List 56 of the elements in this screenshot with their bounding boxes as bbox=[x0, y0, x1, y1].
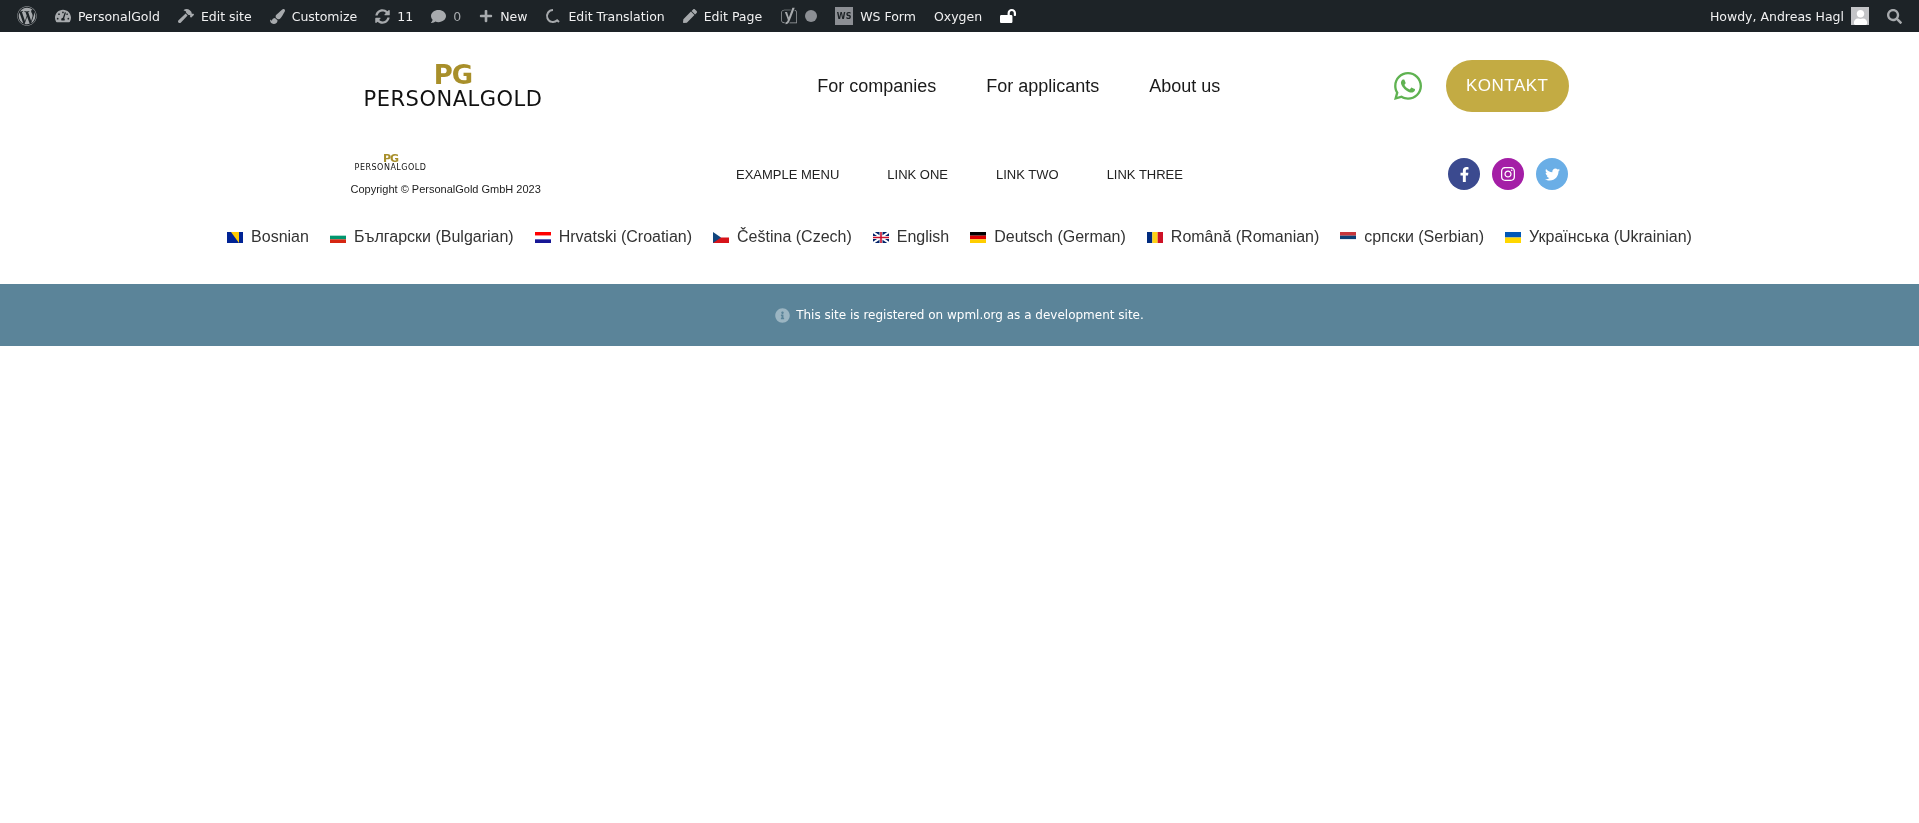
nav-link[interactable]: About us bbox=[1149, 75, 1221, 97]
admin-bar-link[interactable]: WS WS Form bbox=[826, 0, 925, 32]
refresh-icon bbox=[375, 8, 391, 24]
admin-bar-link[interactable]: New bbox=[470, 0, 537, 32]
language-link[interactable]: Bosnian bbox=[227, 228, 309, 246]
flag-icon bbox=[1505, 231, 1522, 243]
pencil-icon bbox=[682, 9, 697, 23]
nav-link[interactable]: For applicants bbox=[986, 75, 1100, 97]
plus-icon bbox=[479, 9, 494, 23]
admin-bar-link[interactable]: 0 bbox=[422, 0, 471, 32]
footer-link[interactable]: LINK TWO bbox=[996, 166, 1059, 182]
status-dot-icon bbox=[805, 10, 818, 22]
footer-link[interactable]: LINK THREE bbox=[1106, 166, 1183, 182]
brush-icon bbox=[269, 8, 285, 24]
logo[interactable]: PG PERSONALGOLD bbox=[350, 153, 431, 173]
gauge-icon bbox=[55, 8, 71, 24]
logo[interactable]: PG PERSONALGOLD bbox=[350, 61, 556, 110]
flag-icon bbox=[534, 231, 551, 243]
admin-bar-link[interactable]: Edit site bbox=[168, 0, 261, 32]
flag-icon bbox=[227, 231, 244, 243]
notice-text: This site is registered on wpml.org as a development site. bbox=[796, 308, 1144, 322]
footer-link[interactable]: LINK ONE bbox=[887, 166, 948, 182]
language-link[interactable]: Українська (Ukrainian) bbox=[1505, 228, 1692, 246]
admin-bar-link[interactable]: Oxygen bbox=[924, 0, 992, 32]
language-link[interactable]: Čeština (Czech) bbox=[713, 228, 852, 246]
language-link[interactable]: Deutsch (German) bbox=[970, 228, 1126, 246]
language-link[interactable]: Hrvatski (Croatian) bbox=[534, 228, 693, 246]
language-link[interactable]: English bbox=[872, 228, 950, 246]
admin-bar-link[interactable]: 11 bbox=[366, 0, 423, 32]
account-menu[interactable]: Howdy, Andreas Hagl bbox=[1700, 0, 1878, 32]
wordpress-icon bbox=[17, 6, 37, 26]
flag-icon bbox=[713, 231, 730, 243]
comment-icon bbox=[431, 8, 447, 24]
flag-icon bbox=[1146, 231, 1163, 243]
flag-icon bbox=[872, 231, 889, 243]
info-icon bbox=[775, 307, 791, 323]
flag-icon bbox=[1340, 231, 1357, 243]
facebook-icon[interactable] bbox=[1448, 158, 1481, 190]
whatsapp-icon[interactable] bbox=[1391, 70, 1424, 102]
admin-bar-link[interactable]: PersonalGold bbox=[46, 0, 169, 32]
avatar-icon bbox=[1851, 7, 1869, 25]
copyright-text: Copyright © PersonalGold GmbH 2023 bbox=[350, 182, 541, 195]
nav-link[interactable]: For companies bbox=[817, 75, 937, 97]
instagram-icon[interactable] bbox=[1492, 158, 1525, 190]
language-link[interactable]: Български (Bulgarian) bbox=[329, 228, 514, 246]
footer-link[interactable]: EXAMPLE MENU bbox=[736, 166, 840, 182]
lock-icon bbox=[1000, 8, 1017, 24]
language-link[interactable]: српски (Serbian) bbox=[1340, 228, 1485, 246]
admin-bar-link[interactable]: Edit Page bbox=[673, 0, 772, 32]
language-link[interactable]: Română (Romanian) bbox=[1146, 228, 1320, 246]
ws-form-icon: WS bbox=[835, 7, 854, 25]
search-icon bbox=[1887, 8, 1902, 24]
admin-bar-link[interactable]: Edit Translation bbox=[536, 0, 674, 32]
hammer-icon bbox=[177, 8, 194, 24]
flag-icon bbox=[970, 231, 987, 243]
admin-bar-link[interactable]: Customize bbox=[260, 0, 367, 32]
